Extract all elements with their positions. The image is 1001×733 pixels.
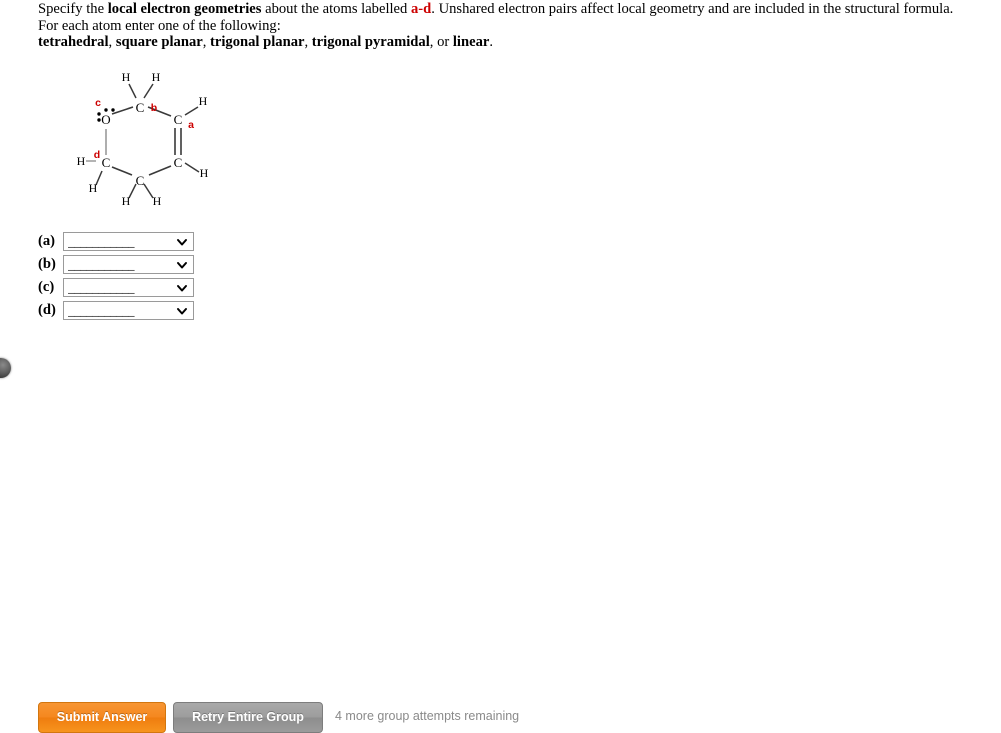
geometry-select-c[interactable]: ___________ [63,277,194,297]
option-tetrahedral: tetrahedral [38,34,109,51]
geometry-select-c-value: ___________ [68,279,135,295]
atom-b-symbol: C [136,100,145,115]
bond-c-b [111,106,134,115]
atom-label-a: a [188,119,194,131]
actions-bar: Submit Answer Retry Entire Group 4 more … [0,350,1001,733]
option-square-planar: square planar [115,34,203,51]
answer-row-d: (d) ___________ [38,299,238,321]
chevron-down-icon [176,236,188,248]
prompt-line1-text-a: Specify the [38,1,108,17]
hydrogen-2: H [152,70,161,84]
answer-row-c: (c) ___________ [38,276,238,298]
answer-row-b: (b) ___________ [38,253,238,275]
chevron-down-icon [176,305,188,317]
atom-label-b: b [151,102,157,114]
bond-c3-d [111,166,133,176]
hydrogen-3: H [199,94,208,108]
answer-label-b: (b) [38,256,56,272]
bond-a-h [184,106,199,116]
answer-row-a: (a) ___________ [38,230,238,252]
prompt-line-2: For each atom enter one of the following… [38,17,281,34]
hydrogen-5: H [122,194,131,208]
atom-label-d: d [94,149,100,161]
ring-bonds [105,106,182,176]
lone-pair-dot-2 [97,118,101,122]
hydrogen-4: H [200,166,209,180]
atom-c2-symbol: C [174,155,183,170]
attempts-remaining-text: 4 more group attempts remaining [335,709,520,723]
answer-label-c: (c) [38,279,55,295]
answer-label-a: (a) [38,233,56,249]
geometry-select-d[interactable]: ___________ [63,300,194,320]
atom-d-symbol: C [102,155,111,170]
prompt-line-1: Specify the local electron geometries ab… [38,1,993,18]
geometry-select-b-value: ___________ [68,256,135,272]
prompt-line1-text-c: . Unshared electron pairs affect local g… [431,1,954,17]
bond-b-h1 [128,83,137,99]
sep-1: , [108,34,116,51]
question-prompt: Specify the local electron geometries ab… [38,1,993,51]
atom-a-symbol: C [174,112,183,127]
option-trigonal-pyramidal: trigonal pyramidal [311,34,430,51]
structural-formula-diagram: C C C C C O H H H H H H H H b a c d [72,62,222,208]
prompt-period: . [489,34,494,51]
answers-group: (a) ___________ (b) ___________ (c) ____… [38,230,238,322]
bond-c2-h [184,162,200,173]
prompt-line1-text-b: about the atoms labelled [261,1,411,17]
geometry-select-d-value: ___________ [68,302,135,318]
atom-c3-symbol: C [136,173,145,188]
option-trigonal-planar: trigonal planar [210,34,305,51]
bond-c2-c3 [148,165,172,176]
chevron-down-icon [176,259,188,271]
hydrogen-1: H [122,70,131,84]
hydrogen-7: H [77,154,86,168]
atom-label-c: c [95,97,101,109]
geometry-select-b[interactable]: ___________ [63,254,194,274]
hydrogen-6: H [153,194,162,208]
hydrogen-8: H [89,181,98,195]
conj-or: or [437,34,453,51]
sep-2: , [202,34,211,51]
chevron-down-icon [176,282,188,294]
bond-c3-h2 [143,183,154,199]
sep-4: , [429,34,438,51]
lone-pair-dot-1 [97,112,101,116]
answer-label-d: (d) [38,302,56,318]
prompt-line1-bold: local electron geometries [107,1,262,17]
option-linear: linear [452,34,490,51]
geometry-select-a[interactable]: ___________ [63,231,194,251]
prompt-atom-labels: a-d [410,1,432,17]
lone-pair-dot-4 [111,108,115,112]
retry-entire-group-button[interactable]: Retry Entire Group [173,702,323,733]
bond-b-h2 [143,83,154,99]
prompt-line-3: tetrahedral, square planar, trigonal pla… [38,34,993,51]
submit-answer-button[interactable]: Submit Answer [38,702,166,733]
atom-c-symbol-oxygen: O [101,112,110,127]
sep-3: , [304,34,312,51]
geometry-select-a-value: ___________ [68,233,135,249]
